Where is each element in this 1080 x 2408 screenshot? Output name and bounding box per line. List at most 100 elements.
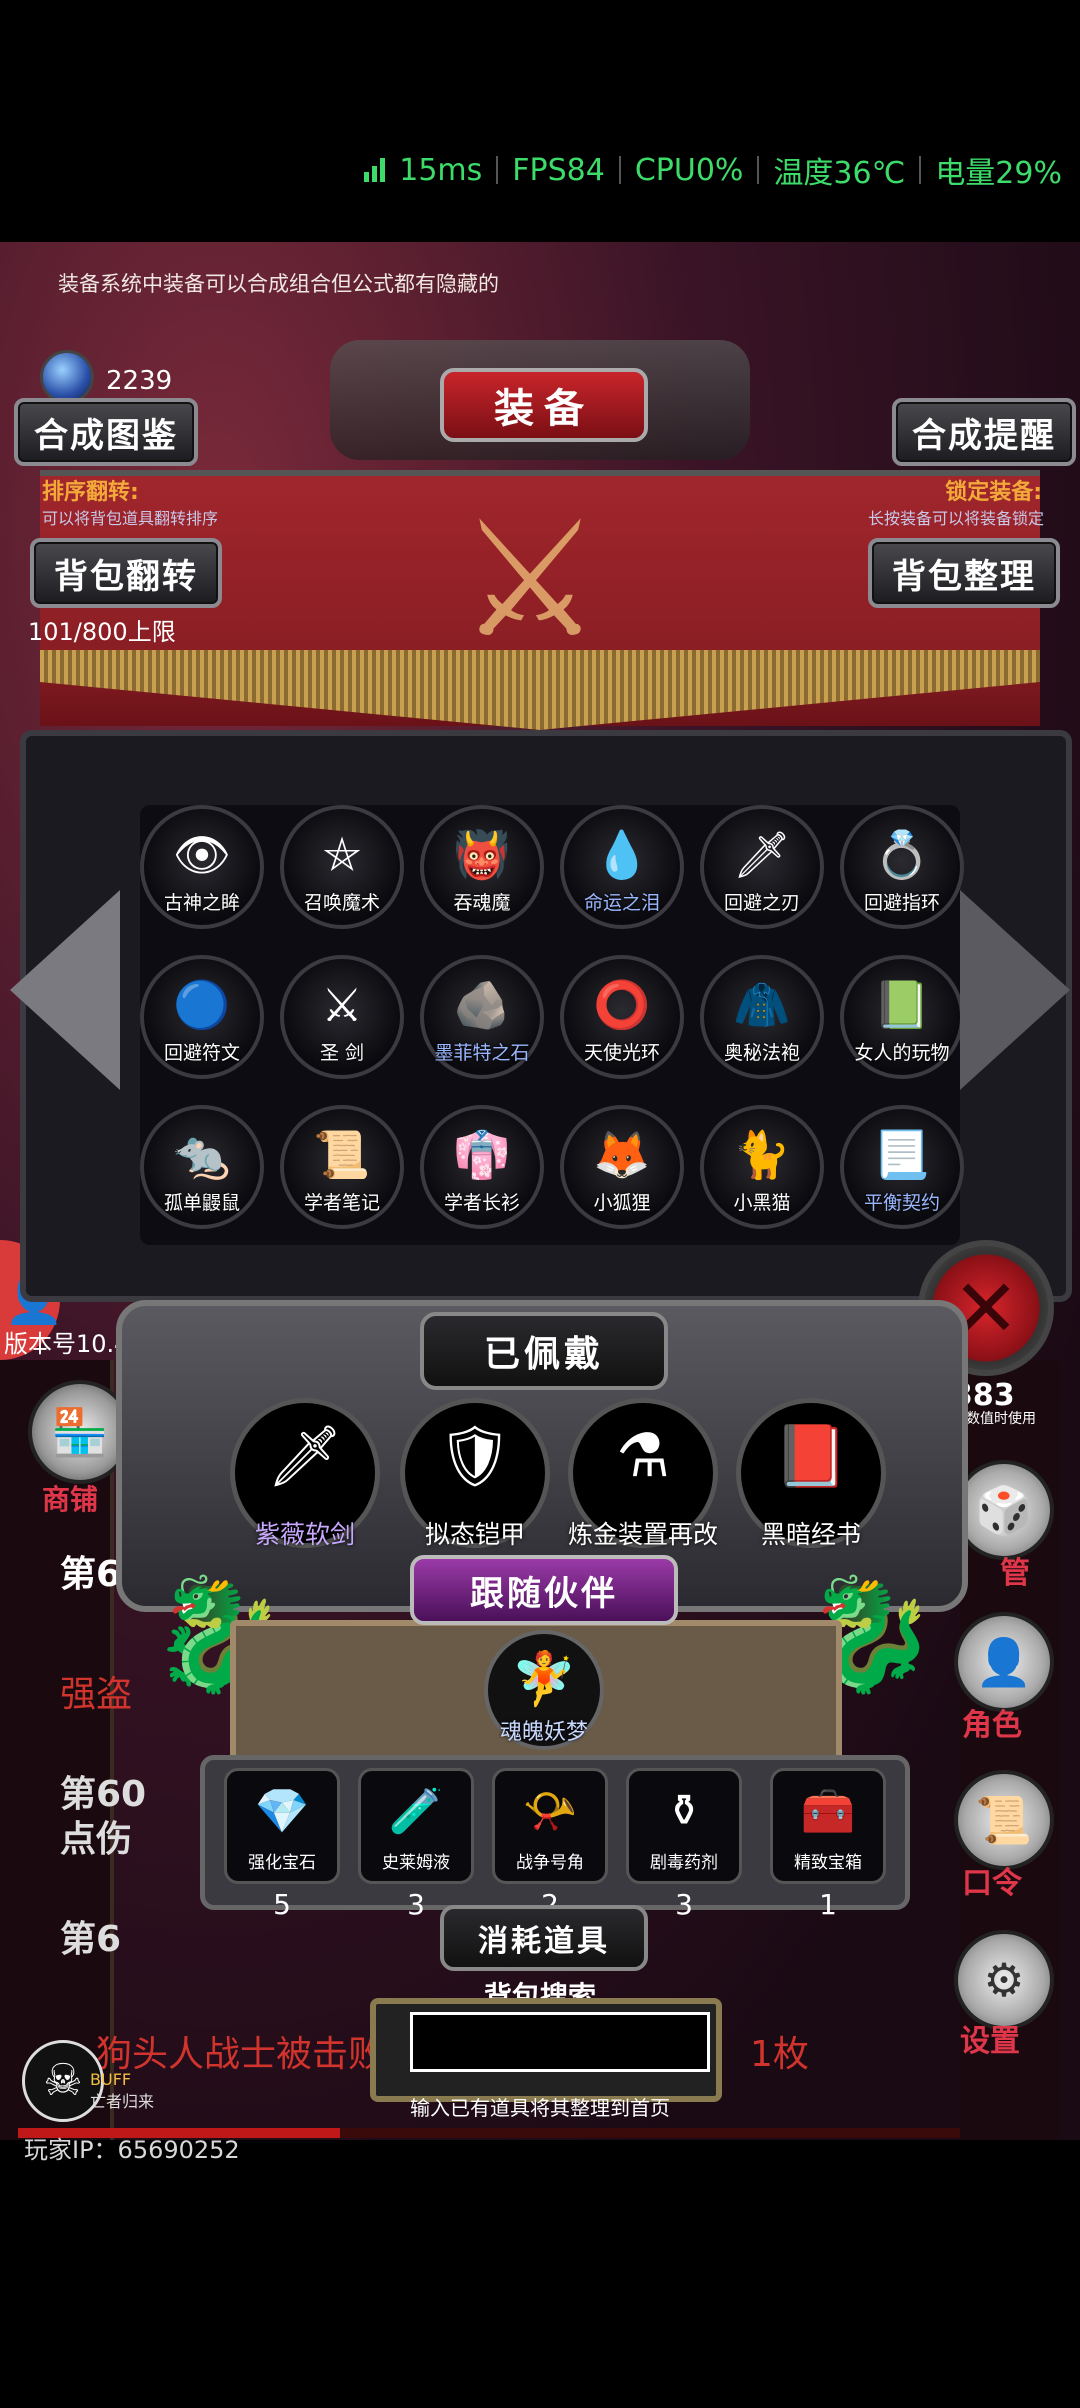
consumable-icon: 💎 <box>254 1785 310 1837</box>
item-label: 回避符文 <box>163 1042 240 1064</box>
item-label: 小狐狸 <box>593 1192 651 1214</box>
item-icon: 👁 <box>172 827 232 882</box>
hooded-character-icon[interactable]: 👤 <box>954 1612 1054 1712</box>
sort-flip-desc: 可以将背包道具翻转排序 <box>42 509 219 528</box>
consumable-label: 精致宝箱 <box>794 1853 862 1873</box>
inventory-slot[interactable]: 🐀 孤单鼹鼠 <box>140 1105 264 1229</box>
consumable-label: 剧毒药剂 <box>650 1853 718 1873</box>
consumable-slot[interactable]: 💎 强化宝石 5 <box>224 1768 340 1921</box>
bag-organize-button[interactable]: 背包整理 <box>868 538 1060 608</box>
consumable-count: 5 <box>273 1888 291 1921</box>
synthesis-reminder-button[interactable]: 合成提醒 <box>892 398 1076 466</box>
temp-text: 温度36℃ <box>773 156 906 191</box>
consumable-icon: 📯 <box>522 1785 578 1837</box>
inventory-slot[interactable]: 📃 平衡契约 <box>840 1105 964 1229</box>
log-line: 强盗 <box>60 1674 133 1715</box>
consumable-icon: ⚱ <box>665 1785 703 1837</box>
worn-item-icon: 🛡 <box>436 1421 514 1492</box>
consumable-slot[interactable]: 📯战争号角2 <box>492 1768 608 1921</box>
item-label: 圣 剑 <box>319 1042 365 1064</box>
version-text: 版本号10.4 <box>4 1330 130 1358</box>
log-line: 狗头人战士被击败 <box>96 2034 385 2075</box>
item-label: 小黑猫 <box>733 1192 791 1214</box>
fps-text: FPS84 <box>512 152 605 188</box>
item-icon: 🪨 <box>453 977 511 1032</box>
consumable-count: 1 <box>819 1888 837 1921</box>
inventory-slot[interactable]: ⛤ 召唤魔术 <box>280 805 404 929</box>
scroll-icon[interactable]: 📜 <box>954 1770 1054 1870</box>
inventory-slot[interactable]: 👁 古神之眸 <box>140 805 264 929</box>
inventory-slot[interactable]: 👹 吞魂魔 <box>420 805 544 929</box>
worn-slot[interactable]: 📕 黑暗经书 <box>736 1398 886 1549</box>
gear-icon[interactable]: ⚙ <box>954 1930 1054 2030</box>
battery-text: 电量29% <box>935 156 1062 191</box>
worn-slot[interactable]: 🛡 拟态铠甲 <box>400 1398 550 1549</box>
dice-icon[interactable]: 🎲 <box>954 1460 1054 1560</box>
item-label: 回避之刃 <box>723 892 800 914</box>
role-label: 角色 <box>962 1708 1022 1743</box>
gem-icon <box>40 350 94 404</box>
item-icon: 🦊 <box>593 1127 651 1182</box>
bag-search-input[interactable] <box>410 2012 710 2072</box>
inventory-slot[interactable]: 💍 回避指环 <box>840 805 964 929</box>
worn-item-icon: ⚗ <box>616 1421 670 1492</box>
log-line: 第6 <box>60 1554 122 1595</box>
inventory-grid: 👁 古神之眸 ⛤ 召唤魔术 👹 吞魂魔 💧 命运之泪 🗡 回避之刃 💍 回避指环 🔵 回避符文 ⚔ 圣 剑 🪨 墨… <box>140 805 964 1245</box>
inventory-slot[interactable]: 🐈 小黑猫 <box>700 1105 824 1229</box>
consumable-slot[interactable]: 🧰 精致宝箱 1 <box>770 1768 886 1921</box>
consumable-slot[interactable]: ⚱ 剧毒药剂 3 <box>626 1768 742 1921</box>
inventory-slot[interactable]: 🪨 墨菲特之石 <box>420 955 544 1079</box>
consumable-icon: 🧰 <box>800 1785 856 1837</box>
item-icon: ⛤ <box>323 827 361 882</box>
consumable-slot[interactable]: 🧪 史莱姆液 3 <box>358 1768 474 1921</box>
crossed-swords-emblem-icon: ⚔ <box>458 486 602 673</box>
consumable-icon: 🧪 <box>388 1785 444 1837</box>
command-label: 口令 <box>962 1866 1022 1901</box>
worn-item-icon: 📕 <box>773 1421 849 1492</box>
consumables-title: 消耗道具 <box>440 1905 648 1971</box>
item-label: 古神之眸 <box>163 892 240 914</box>
page-title: 装备 <box>440 368 648 442</box>
sort-flip-title: 排序翻转: <box>42 480 139 505</box>
item-icon: 🐀 <box>173 1127 231 1182</box>
worn-slot[interactable]: ⚗ 炼金装置再改 <box>568 1398 718 1549</box>
inventory-slot[interactable]: ⭕ 天使光环 <box>560 955 684 1079</box>
bag-flip-button[interactable]: 背包翻转 <box>30 538 222 608</box>
inventory-slot[interactable]: 💧 命运之泪 <box>560 805 684 929</box>
item-icon: ⭕ <box>593 977 651 1032</box>
consumable-label: 战争号角 <box>516 1853 584 1873</box>
buff-sub: 亡者归来 <box>90 2092 155 2111</box>
cpu-text: CPU0% <box>634 152 744 188</box>
inventory-slot[interactable]: 🗡 回避之刃 <box>700 805 824 929</box>
item-label: 吞魂魔 <box>453 892 511 914</box>
worn-item-label: 炼金装置再改 <box>567 1520 718 1549</box>
inventory-slot[interactable]: 📜 学者笔记 <box>280 1105 404 1229</box>
inventory-slot[interactable]: ⚔ 圣 剑 <box>280 955 404 1079</box>
inventory-slot[interactable]: 📗 女人的玩物 <box>840 955 964 1079</box>
settings-label: 设置 <box>960 2024 1020 2059</box>
worn-slot[interactable]: 🗡 紫薇软剑 <box>230 1398 380 1549</box>
ping-text: 15ms <box>399 152 483 188</box>
follower-icon: 🧚 <box>511 1649 577 1710</box>
item-label: 女人的玩物 <box>854 1042 950 1064</box>
item-label: 学者笔记 <box>303 1192 380 1214</box>
synthesis-catalog-button[interactable]: 合成图鉴 <box>14 398 198 466</box>
consumable-label: 强化宝石 <box>248 1853 316 1873</box>
item-icon: 👹 <box>453 827 511 882</box>
inventory-slot[interactable]: 🔵 回避符文 <box>140 955 264 1079</box>
item-label: 天使光环 <box>583 1042 660 1064</box>
capacity-text: 101/800上限 <box>28 618 176 646</box>
next-page-arrow-icon[interactable] <box>960 890 1070 1090</box>
item-icon: 👘 <box>453 1127 511 1182</box>
follower-slot[interactable]: 🧚 魂魄妖梦 <box>484 1630 604 1750</box>
item-icon: 🗡 <box>732 827 792 882</box>
worn-item-label: 拟态铠甲 <box>424 1520 525 1549</box>
prev-page-arrow-icon[interactable] <box>10 890 120 1090</box>
inventory-slot[interactable]: 👘 学者长衫 <box>420 1105 544 1229</box>
player-ip: 玩家IP：65690252 <box>24 2136 240 2164</box>
inventory-slot[interactable]: 🦊 小狐狸 <box>560 1105 684 1229</box>
lock-title: 锁定装备: <box>945 480 1042 505</box>
inventory-slot[interactable]: 🧥 奥秘法袍 <box>700 955 824 1079</box>
item-icon: ⚔ <box>321 978 363 1033</box>
item-label: 召唤魔术 <box>303 892 380 914</box>
